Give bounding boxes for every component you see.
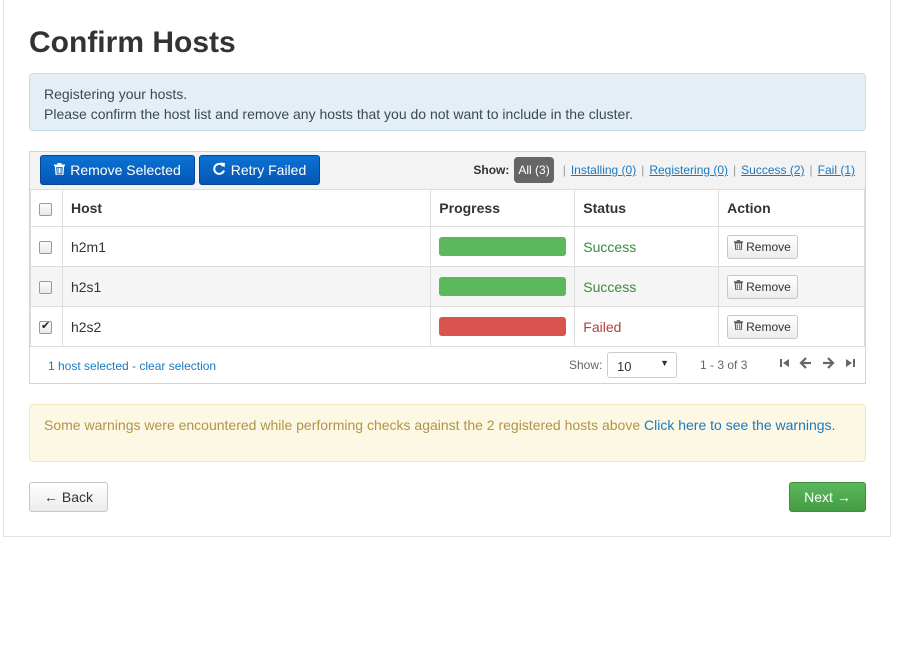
status-text[interactable]: Success — [574, 266, 720, 307]
row-select-cell — [30, 266, 63, 307]
remove-selected-label: Remove Selected — [70, 162, 181, 178]
row-checkbox[interactable] — [39, 241, 52, 255]
table-header-row: Host Progress Status Action — [30, 189, 865, 227]
info-alert-line-2: Please confirm the host list and remove … — [44, 106, 634, 122]
warning-text: Some warnings were encountered while per… — [44, 417, 644, 433]
warning-alert: Some warnings were encountered while per… — [29, 404, 866, 462]
progress-cell — [430, 226, 576, 267]
info-alert-line-1: Registering your hosts. — [44, 86, 188, 102]
filter-separator: | — [733, 163, 737, 177]
column-header-action: Action — [718, 189, 865, 227]
status-text[interactable]: Failed — [574, 306, 720, 347]
trash-icon — [54, 162, 66, 178]
trash-icon — [734, 280, 744, 293]
retry-failed-label: Retry Failed — [230, 162, 307, 178]
column-header-status[interactable]: Status — [574, 189, 720, 227]
action-cell: Remove — [718, 306, 865, 347]
table-footer: 1 host selected - clear selection Show: … — [30, 347, 865, 383]
filter-fail[interactable]: Fail (1) — [818, 163, 855, 177]
remove-host-button[interactable]: Remove — [727, 234, 798, 259]
selection-separator: - — [128, 359, 140, 373]
action-cell: Remove — [718, 266, 865, 307]
remove-selected-button[interactable]: Remove Selected — [40, 155, 195, 185]
progress-bar — [439, 277, 567, 296]
row-checkbox[interactable] — [39, 281, 52, 295]
hosts-toolbar: Remove Selected Retry Failed Show: All (… — [30, 152, 865, 190]
progress-cell — [430, 266, 576, 307]
last-page-icon[interactable] — [843, 356, 857, 370]
progress-bar — [439, 237, 567, 256]
page-range: 1 - 3 of 3 — [700, 358, 748, 372]
progress-bar-fill — [439, 317, 567, 336]
column-header-progress[interactable]: Progress — [430, 189, 576, 227]
remove-host-button[interactable]: Remove — [727, 274, 798, 299]
filter-separator: | — [641, 163, 645, 177]
row-select-cell — [30, 226, 63, 267]
host-name: h2m1 — [61, 226, 432, 267]
clear-selection-link[interactable]: clear selection — [139, 359, 216, 373]
back-button[interactable]: ← Back — [29, 482, 108, 512]
progress-bar — [439, 317, 567, 336]
row-select-cell — [30, 306, 63, 347]
page-size-value: 10 — [617, 359, 632, 374]
hosts-table: Host Progress Status Action h2m1 Success R… — [30, 189, 865, 347]
prev-page-icon[interactable] — [799, 356, 813, 370]
remove-label: Remove — [746, 279, 791, 294]
hosts-panel: Remove Selected Retry Failed Show: All (… — [29, 151, 866, 384]
status-text[interactable]: Success — [574, 226, 720, 267]
progress-bar-fill — [439, 237, 567, 256]
trash-icon — [734, 240, 744, 253]
trash-icon — [734, 320, 744, 333]
select-all-checkbox[interactable] — [39, 202, 52, 216]
next-page-icon[interactable] — [821, 356, 835, 370]
select-all-cell — [30, 189, 63, 227]
page-title: Confirm Hosts — [29, 26, 236, 59]
column-header-host[interactable]: Host — [61, 189, 432, 227]
action-cell: Remove — [718, 226, 865, 267]
progress-cell — [430, 306, 576, 347]
remove-label: Remove — [746, 239, 791, 254]
filter-show-label: Show: — [473, 163, 510, 177]
host-name: h2s1 — [61, 266, 432, 307]
first-page-icon[interactable] — [778, 356, 792, 370]
table-row: h2m1 Success Remove — [30, 226, 865, 267]
filter-installing[interactable]: Installing (0) — [571, 163, 636, 177]
info-alert: Registering your hosts. Please confirm t… — [29, 73, 866, 131]
filter-separator: | — [809, 163, 813, 177]
chevron-down-icon: ▼ — [660, 358, 669, 368]
progress-bar-fill — [439, 277, 567, 296]
refresh-icon — [213, 162, 226, 178]
page-size-label: Show: — [569, 358, 603, 372]
filter-registering[interactable]: Registering (0) — [649, 163, 728, 177]
next-button[interactable]: Next → — [789, 482, 866, 512]
page-size-select[interactable]: 10 ▼ — [607, 352, 677, 378]
filter-success[interactable]: Success (2) — [741, 163, 804, 177]
row-checkbox[interactable] — [39, 319, 52, 335]
filter-separator: | — [562, 163, 566, 177]
filter-all[interactable]: All (3) — [514, 157, 554, 183]
warnings-link[interactable]: Click here to see the warnings. — [644, 417, 835, 433]
status-filters: Show: All (3) | Installing (0) | Registe… — [473, 156, 855, 184]
host-name: h2s2 — [61, 306, 432, 347]
table-row: h2s2 Failed Remove — [30, 306, 865, 347]
table-row: h2s1 Success Remove — [30, 266, 865, 307]
retry-failed-button[interactable]: Retry Failed — [199, 155, 320, 185]
selected-count: 1 host selected — [48, 359, 129, 373]
selection-info: 1 host selected - clear selection — [48, 359, 216, 373]
remove-label: Remove — [746, 319, 791, 334]
remove-host-button[interactable]: Remove — [727, 314, 798, 339]
